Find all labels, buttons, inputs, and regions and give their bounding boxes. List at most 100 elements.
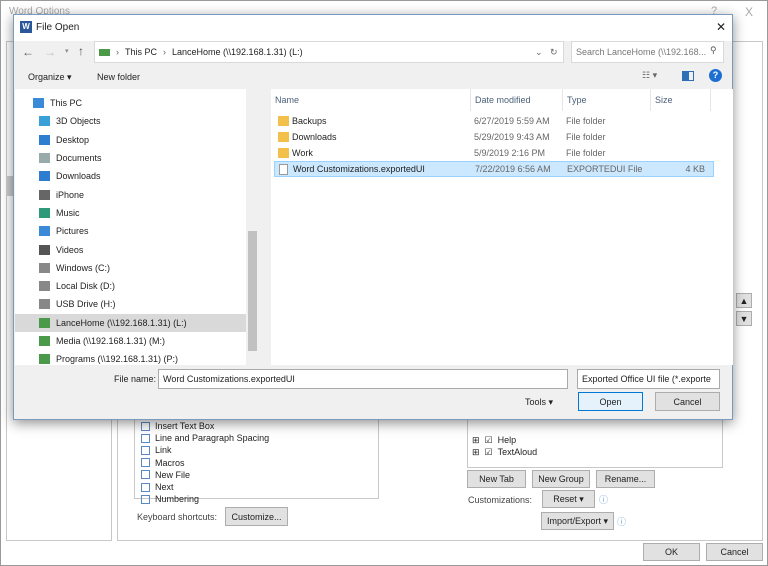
command-item[interactable]: Next xyxy=(141,481,378,493)
breadcrumb-lancehome[interactable]: LanceHome (\\192.168.1.31) (L:) xyxy=(172,47,303,57)
file-row[interactable]: Word Customizations.exportedUI 7/22/2019 … xyxy=(274,161,714,177)
organize-button[interactable]: Organize ▾ xyxy=(28,72,72,83)
search-input[interactable]: Search LanceHome (\\192.168... xyxy=(571,41,724,63)
file-type: File folder xyxy=(566,132,606,142)
cancel-button[interactable]: Cancel xyxy=(706,543,763,561)
nav-item[interactable]: Downloads xyxy=(15,167,259,185)
folder-icon xyxy=(278,132,289,142)
nav-item[interactable]: Media (\\192.168.1.31) (M:) xyxy=(15,332,259,350)
dialog-close-button[interactable]: ✕ xyxy=(716,20,726,34)
tools-button[interactable]: Tools ▾ xyxy=(525,397,553,408)
file-date: 6/27/2019 5:59 AM xyxy=(474,116,550,126)
nav-item[interactable]: Pictures xyxy=(15,222,259,240)
command-label: New File xyxy=(155,469,191,480)
close-button[interactable]: X xyxy=(745,5,753,19)
customize-button[interactable]: Customize... xyxy=(225,507,288,526)
nav-item-label: Videos xyxy=(56,244,84,255)
help-icon[interactable]: ? xyxy=(709,69,722,82)
open-button[interactable]: Open xyxy=(578,392,643,411)
breadcrumb-this-pc[interactable]: This PC xyxy=(125,47,157,57)
nav-item[interactable]: This PC xyxy=(15,94,259,112)
file-size: 4 KB xyxy=(685,164,705,174)
file-name-input[interactable]: Word Customizations.exportedUI xyxy=(158,369,568,389)
command-label: Link xyxy=(155,445,172,456)
column-size[interactable]: Size xyxy=(651,89,711,111)
nav-item[interactable]: Programs (\\192.168.1.31) (P:) xyxy=(15,350,259,365)
cancel-button[interactable]: Cancel xyxy=(655,392,720,411)
nav-item[interactable]: USB Drive (H:) xyxy=(15,295,259,313)
up-icon[interactable]: ↑ xyxy=(78,44,84,58)
nav-item-label: Local Disk (D:) xyxy=(56,281,116,292)
checkbox[interactable]: ☑ xyxy=(485,447,493,458)
nav-item[interactable]: LanceHome (\\192.168.1.31) (L:) xyxy=(15,313,259,332)
back-icon[interactable]: ← xyxy=(22,45,34,59)
column-date-modified[interactable]: Date modified xyxy=(471,89,563,111)
reset-button[interactable]: Reset ▾ xyxy=(542,490,595,508)
rename-button[interactable]: Rename... xyxy=(596,470,655,488)
expand-icon[interactable]: ⊞ xyxy=(472,435,480,446)
tree-label: TextAloud xyxy=(497,447,538,458)
tree-item[interactable]: ⊞ ☑ TextAloud xyxy=(472,446,722,458)
dialog-title: File Open xyxy=(36,22,80,33)
nav-item[interactable]: iPhone xyxy=(15,185,259,203)
pc-icon xyxy=(33,98,44,109)
nav-scrollbar[interactable] xyxy=(246,89,259,365)
ribbon-tree[interactable]: ⊞ ☑ Help ⊞ ☑ TextAloud xyxy=(467,413,723,468)
nav-item[interactable]: 3D Objects xyxy=(15,112,259,130)
new-folder-button[interactable]: New folder xyxy=(97,72,140,82)
nav-item-label: Downloads xyxy=(56,171,101,182)
address-bar[interactable]: › This PC › LanceHome (\\192.168.1.31) (… xyxy=(94,41,564,63)
column-type[interactable]: Type xyxy=(563,89,651,111)
nav-item-label: Desktop xyxy=(56,134,90,145)
file-type: EXPORTEDUI File xyxy=(567,164,643,174)
net-icon xyxy=(39,317,50,328)
new-tab-button[interactable]: New Tab xyxy=(467,470,526,488)
file-row[interactable]: Work 5/9/2019 2:16 PM File folder xyxy=(274,145,714,161)
expand-icon[interactable]: ⊞ xyxy=(472,447,480,458)
refresh-icon[interactable]: ↻ xyxy=(550,47,558,58)
dropdown-chevron-icon[interactable]: ⌄ xyxy=(535,47,543,58)
command-item[interactable]: Numbering xyxy=(141,493,378,505)
command-item[interactable]: New File xyxy=(141,469,378,481)
checkbox[interactable]: ☑ xyxy=(485,435,493,446)
file-row[interactable]: Backups 6/27/2019 5:59 AM File folder xyxy=(274,113,714,129)
separator-icon: › xyxy=(116,47,119,57)
nav-item-label: Pictures xyxy=(56,226,89,237)
nav-item[interactable]: Music xyxy=(15,204,259,222)
command-label: Numbering xyxy=(155,494,200,505)
file-row[interactable]: Downloads 5/29/2019 9:43 AM File folder xyxy=(274,129,714,145)
tree-item[interactable]: ⊞ ☑ Help xyxy=(472,434,722,446)
network-drive-icon xyxy=(99,48,110,56)
command-item[interactable]: Insert Text Box xyxy=(141,420,378,432)
move-down-button[interactable]: ▼ xyxy=(736,311,752,326)
net-icon xyxy=(39,354,50,365)
file-type-select[interactable]: Exported Office UI file (*.exporte xyxy=(577,369,720,389)
drive-icon xyxy=(39,281,50,292)
drive-icon xyxy=(39,262,50,273)
recent-chevron-icon[interactable]: ▾ xyxy=(65,47,69,55)
command-item[interactable]: Macros xyxy=(141,457,378,469)
import-export-button[interactable]: Import/Export ▾ xyxy=(541,512,614,530)
forward-icon[interactable]: → xyxy=(44,45,56,59)
file-name-label: File name: xyxy=(114,374,157,384)
commands-list[interactable]: Insert Text Box Line and Paragraph Spacin… xyxy=(134,413,379,504)
command-item[interactable]: Link xyxy=(141,444,378,456)
scroll-thumb[interactable] xyxy=(248,231,257,351)
view-options-icon[interactable]: ☷ ▾ xyxy=(642,70,657,81)
nav-item[interactable]: Windows (C:) xyxy=(15,259,259,277)
nav-item[interactable]: Videos xyxy=(15,240,259,258)
column-name[interactable]: Name xyxy=(271,89,471,111)
file-date: 7/22/2019 6:56 AM xyxy=(475,164,551,174)
ok-button[interactable]: OK xyxy=(643,543,700,561)
command-label: Macros xyxy=(155,457,185,468)
nav-item[interactable]: Local Disk (D:) xyxy=(15,277,259,295)
new-group-button[interactable]: New Group xyxy=(532,470,590,488)
move-up-button[interactable]: ▲ xyxy=(736,293,752,308)
file-type: File folder xyxy=(566,148,606,158)
command-item[interactable]: Line and Paragraph Spacing xyxy=(141,432,378,444)
info-icon: ⓘ xyxy=(599,495,609,505)
keyboard-shortcuts-label: Keyboard shortcuts: xyxy=(137,512,218,522)
preview-pane-icon[interactable] xyxy=(682,71,694,81)
nav-item[interactable]: Documents xyxy=(15,149,259,167)
nav-item[interactable]: Desktop xyxy=(15,131,259,149)
